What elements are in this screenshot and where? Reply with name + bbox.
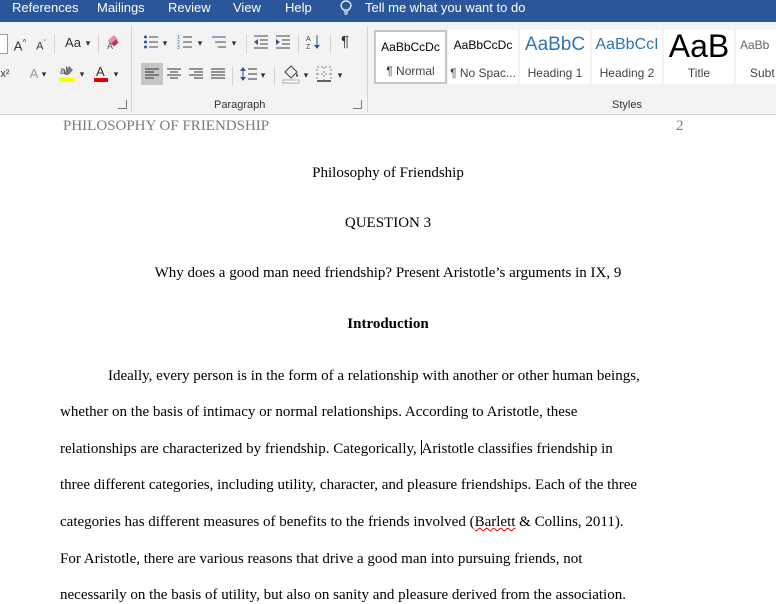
borders-icon[interactable] [316,66,332,87]
styles-group-label: Styles [612,99,642,111]
style-no-spacing[interactable]: AaBbCcDc ¶ No Spac... [448,30,518,84]
question-prompt: Why does a good man need friendship? Pre… [154,265,622,281]
lightbulb-icon [339,0,353,18]
align-right-icon[interactable] [188,66,204,87]
body-line-1: Ideally, every person is in the form of … [108,368,640,384]
svg-text:A: A [96,64,105,79]
shading-chevron-icon[interactable]: ▾ [302,66,310,84]
style-subtitle[interactable]: AaBb Subt [736,30,776,84]
body-line-2: whether on the basis of intimacy or norm… [60,404,578,420]
line-spacing-chevron-icon[interactable]: ▾ [259,66,267,84]
align-left-icon[interactable] [144,66,160,87]
menu-view[interactable]: View [233,0,261,15]
bullets-icon[interactable] [142,34,160,55]
menu-references[interactable]: References [12,0,78,15]
highlight-chevron-icon[interactable]: ▾ [78,65,86,83]
numbering-chevron-icon[interactable]: ▾ [196,34,204,52]
svg-text:Z: Z [306,44,311,50]
font-dialog-launcher-icon[interactable] [118,100,127,109]
sort-icon[interactable]: AZ [305,34,323,55]
align-center-icon[interactable] [166,66,182,87]
borders-chevron-icon[interactable]: ▾ [336,66,344,84]
increase-indent-icon[interactable] [274,34,292,55]
paragraph-group-label: Paragraph [214,99,266,111]
body-line-3: relationships are characterized by frien… [60,440,613,457]
multilevel-list-icon[interactable] [210,34,228,55]
body-line-4: three different categories, including ut… [60,477,638,493]
shading-icon[interactable] [282,64,300,89]
section-heading: Introduction [347,316,429,332]
body-line-7: necessarily on the basis of utility, but… [60,587,626,603]
font-color-chevron-icon[interactable]: ▾ [112,65,120,83]
svg-text:3: 3 [177,45,180,50]
text-effects-chevron-icon[interactable]: ▾ [40,65,48,83]
style-title[interactable]: AaB Title [664,30,734,84]
chevron-down-icon[interactable]: ▾ [84,34,92,52]
spelling-error-word[interactable]: Barlett [475,514,516,530]
body-line-5: categories has different measures of ben… [60,514,624,530]
line-spacing-icon[interactable] [240,66,258,87]
menu-review[interactable]: Review [168,0,211,15]
bullets-chevron-icon[interactable]: ▾ [161,34,169,52]
decrease-indent-icon[interactable] [252,34,270,55]
svg-text:A: A [107,41,113,50]
page-number: 2 [676,118,684,134]
change-case-button[interactable]: Aa [62,34,84,52]
style-heading-1[interactable]: AaBbC Heading 1 [520,30,590,84]
style-normal[interactable]: AaBbCcDc ¶ Normal [374,30,447,84]
ribbon: A^ Aˇ Aa ▾ A x² A ▾ ab ▾ A ▾ ▾ 123 ▾ ▾ A… [0,22,776,115]
font-color-icon[interactable]: A [92,63,110,88]
paragraph-dialog-launcher-icon[interactable] [353,100,362,109]
highlight-color-icon[interactable]: ab [58,63,76,88]
font-size-box[interactable] [0,34,8,54]
grow-font-icon[interactable]: A^ [12,34,28,55]
svg-text:A: A [306,36,311,43]
running-header: PHILOSOPHY OF FRIENDSHIP [63,118,270,134]
menu-mailings[interactable]: Mailings [97,0,145,15]
justify-icon[interactable] [210,66,226,87]
style-heading-2[interactable]: AaBbCcI Heading 2 [592,30,662,84]
multilevel-chevron-icon[interactable]: ▾ [230,34,238,52]
clear-formatting-icon[interactable]: A [105,34,123,55]
body-line-6: For Aristotle, there are various reasons… [60,551,583,567]
document-title: Philosophy of Friendship [312,165,464,181]
show-formatting-marks-icon[interactable]: ¶ [337,33,353,51]
numbering-icon[interactable]: 123 [176,34,194,55]
tell-me-search[interactable]: Tell me what you want to do [365,0,525,15]
menu-bar: References Mailings Review View Help Tel… [0,0,776,22]
question-heading: QUESTION 3 [344,215,432,231]
superscript-icon[interactable]: x² [0,65,12,83]
document-page[interactable]: PHILOSOPHY OF FRIENDSHIP 2 Philosophy of… [0,115,776,603]
menu-help[interactable]: Help [285,0,312,15]
shrink-font-icon[interactable]: Aˇ [34,35,48,56]
